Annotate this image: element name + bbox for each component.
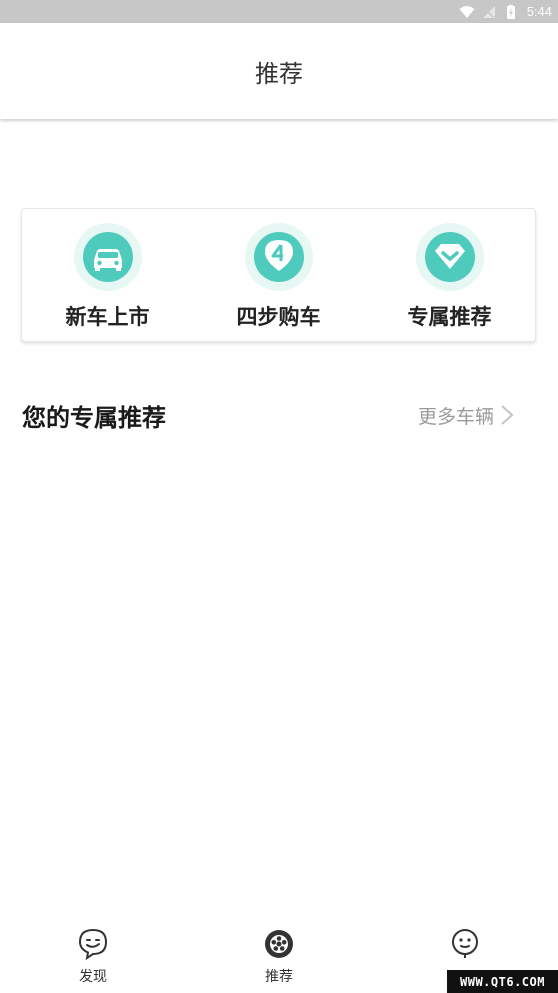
nav-item-recommend[interactable]: 推荐: [186, 918, 372, 993]
battery-icon: [506, 4, 515, 19]
app-screen: 5:44 推荐 新车上市 四步购车 专属推荐 您的专属推荐 更多车辆 发现 推荐…: [0, 0, 558, 993]
more-vehicles-link[interactable]: 更多车辆: [418, 402, 514, 429]
signal-icon: [482, 5, 495, 19]
page-title: 推荐: [255, 59, 303, 88]
wifi-icon: [459, 5, 475, 18]
car-icon: [73, 223, 142, 291]
section-header: 您的专属推荐 更多车辆: [22, 392, 514, 438]
status-bar: 5:44: [0, 0, 558, 23]
chat-face-icon: [78, 928, 108, 960]
entry-label: 四步购车: [236, 305, 321, 329]
watermark: WWW.QT6.COM: [447, 970, 558, 993]
quick-entry-card: 新车上市 四步购车 专属推荐: [21, 208, 536, 342]
wheel-icon: [265, 930, 293, 958]
nav-label: 发现: [79, 969, 107, 985]
entry-four-steps[interactable]: 四步购车: [209, 223, 349, 331]
entry-label: 新车上市: [65, 305, 150, 329]
entry-exclusive[interactable]: 专属推荐: [380, 223, 520, 331]
section-title: 您的专属推荐: [22, 403, 166, 432]
step-four-icon: [244, 223, 313, 291]
profile-face-icon: [452, 929, 478, 958]
nav-label: 推荐: [265, 969, 293, 985]
page-header: 推荐: [0, 23, 558, 119]
chevron-right-icon: [501, 405, 514, 425]
status-time: 5:44: [526, 4, 552, 19]
entry-new-cars[interactable]: 新车上市: [38, 223, 178, 331]
entry-label: 专属推荐: [407, 305, 492, 329]
nav-item-discover[interactable]: 发现: [0, 918, 186, 993]
more-vehicles-label: 更多车辆: [417, 405, 494, 428]
heart-diamond-icon: [415, 223, 484, 291]
